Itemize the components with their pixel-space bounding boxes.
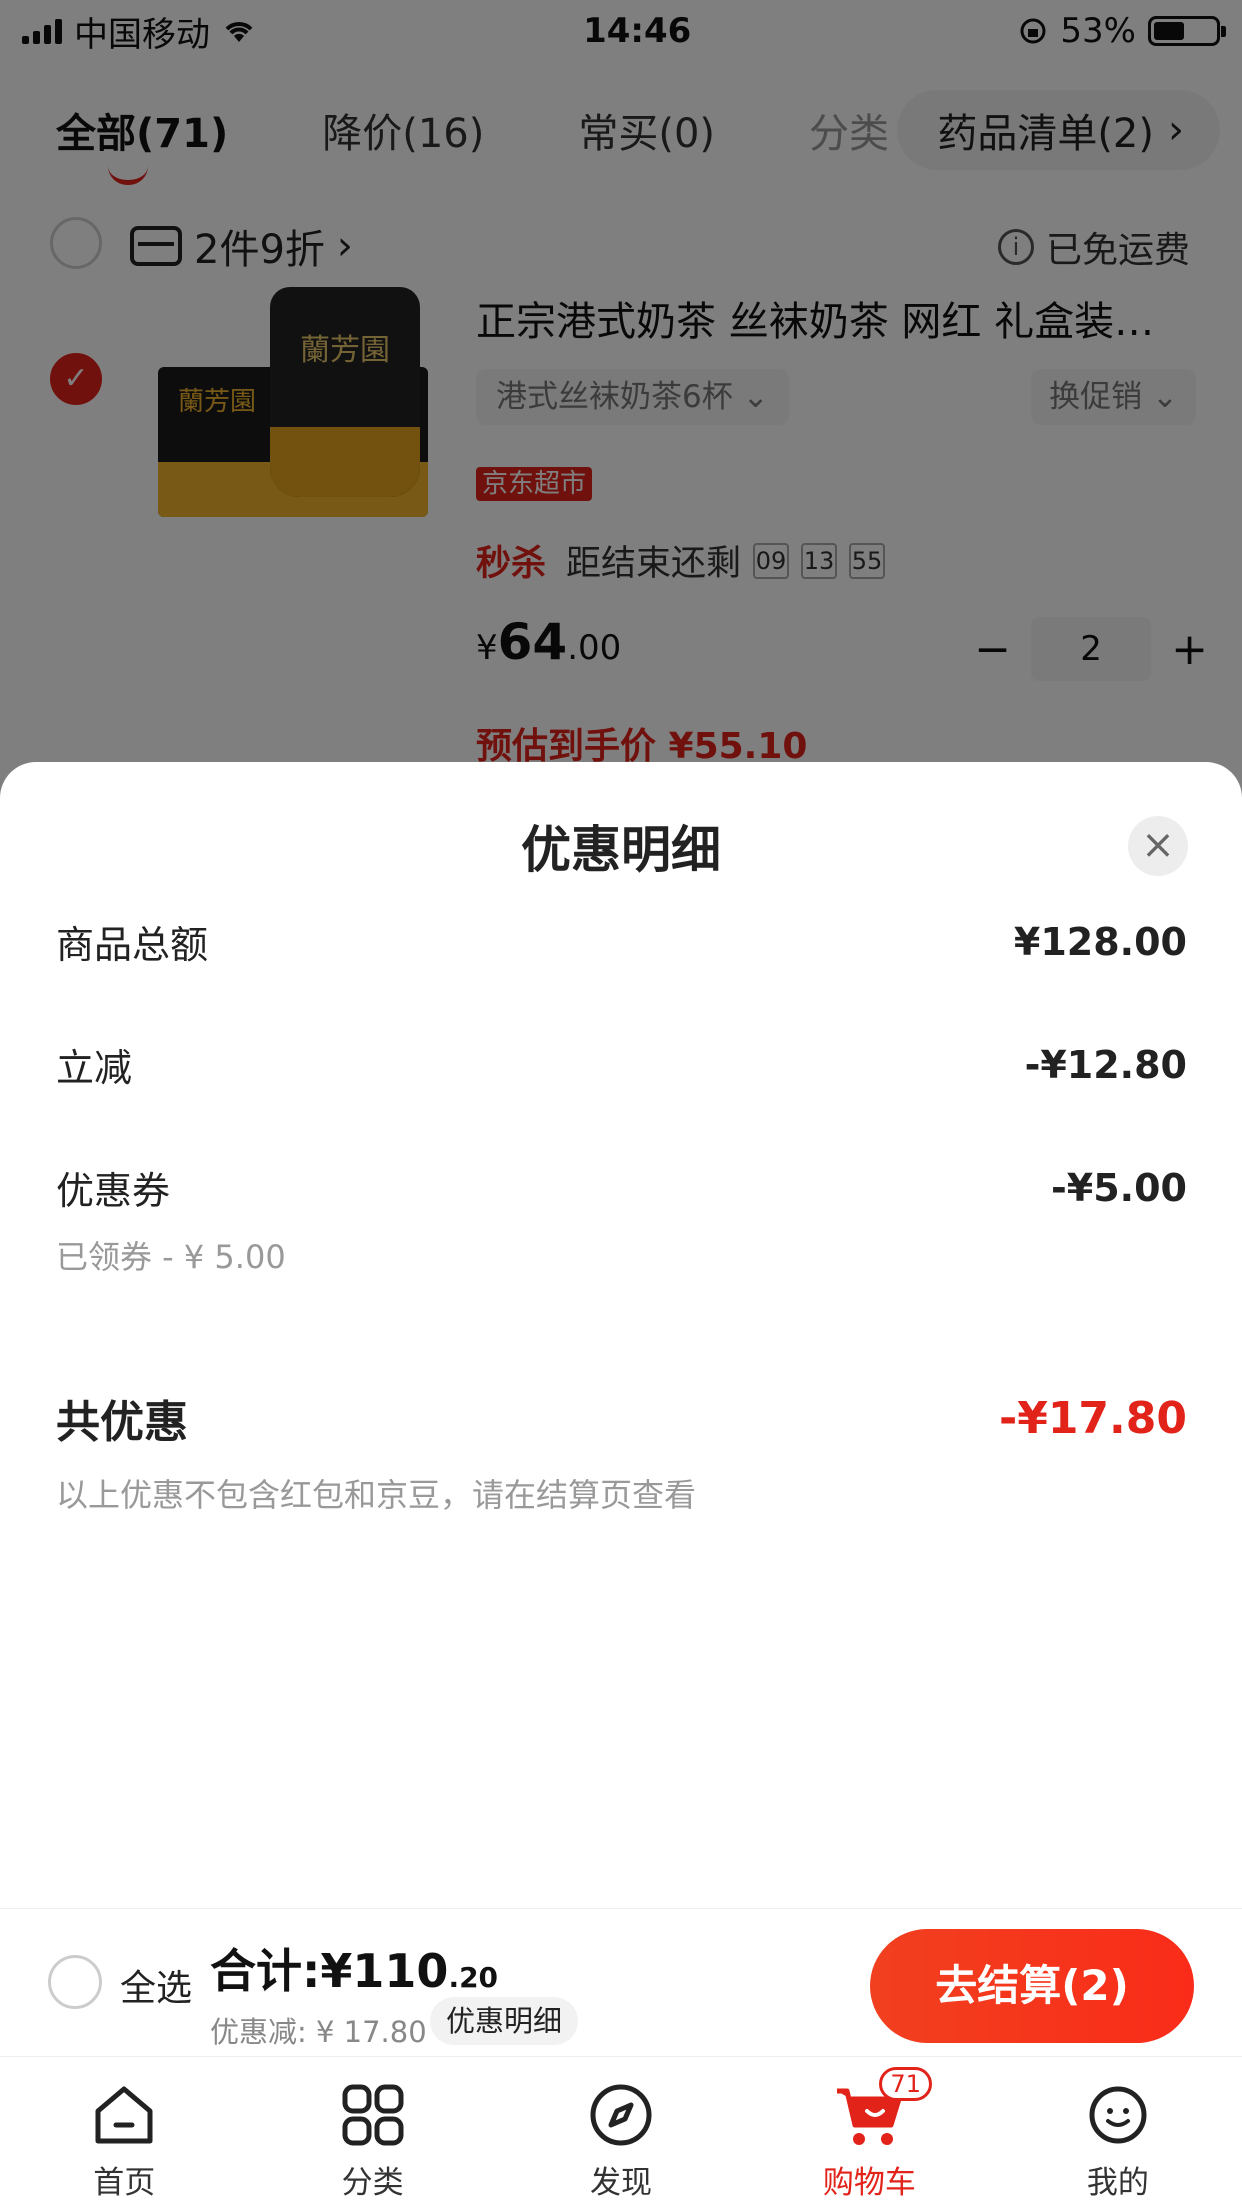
bottom-tab-bar: 首页 分类 发现 71 购物车 我的	[0, 2056, 1242, 2208]
coupon-amount: -¥5.00	[1051, 1165, 1187, 1210]
goods-total-row: 商品总额 ¥128.00	[56, 914, 1187, 969]
category-icon	[337, 2079, 409, 2151]
sheet-title: 优惠明细	[521, 821, 721, 879]
tabbar-label: 首页	[93, 2165, 156, 2201]
discount-summary: 优惠减: ¥ 17.80	[210, 2015, 427, 2049]
checkout-bar: 全选 合计:¥110.20 优惠减: ¥ 17.80 优惠明细 去结算(2)	[0, 1908, 1242, 2056]
instant-discount-amount: -¥12.80	[1024, 1042, 1187, 1087]
discount-note: 以上优惠不包含红包和京豆，请在结算页查看	[56, 1476, 697, 1514]
select-all-label[interactable]: 全选	[120, 1959, 192, 2011]
goods-total-label: 商品总额	[56, 923, 209, 967]
close-icon: ×	[1141, 822, 1175, 868]
total-discount-amount: -¥17.80	[998, 1392, 1187, 1444]
tabbar-item-category[interactable]: 分类	[248, 2057, 496, 2208]
coupon-label: 优惠券	[56, 1169, 171, 1213]
tabbar-label: 购物车	[822, 2165, 916, 2201]
instant-discount-label: 立减	[56, 1046, 133, 1090]
coupon-row: 优惠券 -¥5.00	[56, 1160, 1187, 1215]
tabbar-item-discover[interactable]: 发现	[497, 2057, 745, 2208]
total-discount-label: 共优惠	[56, 1397, 188, 1448]
tabbar-label: 分类	[341, 2165, 404, 2201]
close-button[interactable]: ×	[1128, 816, 1188, 876]
tabbar-item-profile[interactable]: 我的	[994, 2057, 1242, 2208]
profile-icon	[1082, 2079, 1154, 2151]
coupon-claimed-note: 已领券 - ¥ 5.00	[56, 1238, 286, 1276]
tabbar-label: 我的	[1086, 2165, 1149, 2201]
instant-discount-row: 立减 -¥12.80	[56, 1037, 1187, 1092]
home-icon	[88, 2079, 160, 2151]
select-all-checkbox[interactable]	[48, 1955, 102, 2009]
tabbar-item-home[interactable]: 首页	[0, 2057, 248, 2208]
tabbar-label: 发现	[590, 2165, 653, 2201]
order-total: 合计:¥110.20	[210, 1944, 499, 1998]
tabbar-item-cart[interactable]: 71 购物车	[745, 2057, 993, 2208]
cart-count-badge: 71	[879, 2067, 932, 2101]
compass-icon	[585, 2079, 657, 2151]
checkout-button[interactable]: 去结算(2)	[870, 1929, 1194, 2043]
goods-total-amount: ¥128.00	[1013, 919, 1187, 964]
discount-detail-button[interactable]: 优惠明细	[430, 1997, 579, 2045]
total-discount-row: 共优惠 -¥17.80	[56, 1386, 1187, 1450]
